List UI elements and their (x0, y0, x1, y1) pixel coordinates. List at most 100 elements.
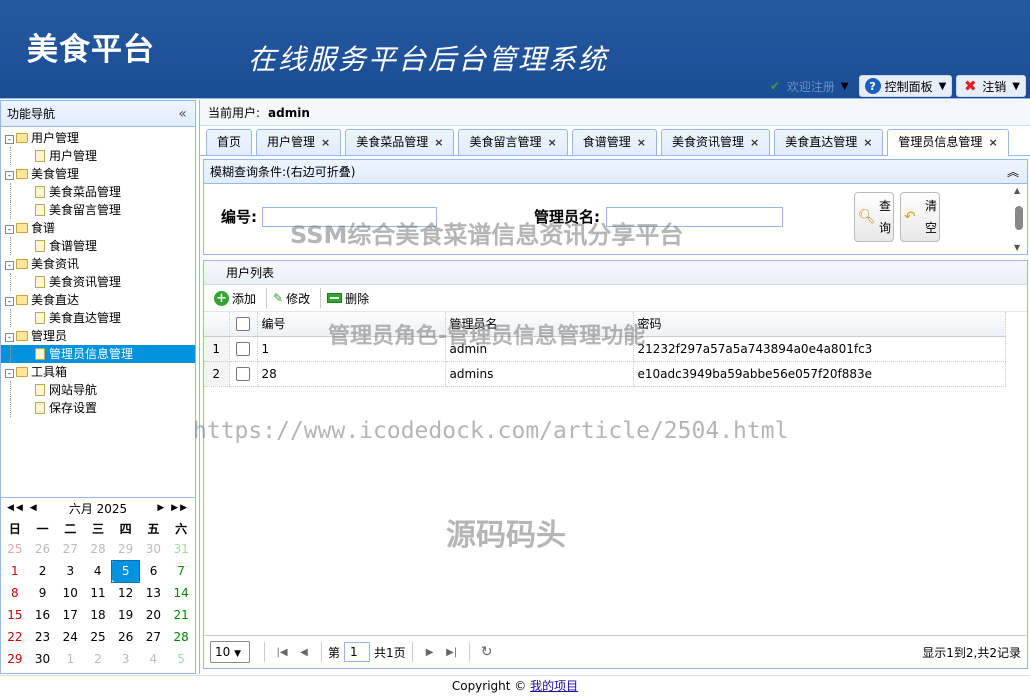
col-pwd-header[interactable]: 密码 (633, 312, 1006, 337)
calendar-day[interactable]: 14 (167, 582, 195, 604)
calendar-day[interactable]: 28 (84, 538, 112, 560)
calendar-day[interactable]: 18 (84, 604, 112, 626)
tree-item[interactable]: 食谱管理 (1, 237, 195, 255)
welcome-button[interactable]: ✔ 欢迎注册 ▼ (761, 75, 855, 97)
expand-minus-icon[interactable]: - (5, 135, 14, 144)
clear-button[interactable]: ↶ 清空 (900, 192, 940, 242)
query-button[interactable]: 🔍︎ 查询 (854, 192, 894, 242)
tree-group[interactable]: - 管理员 (1, 327, 195, 345)
refresh-icon[interactable]: ↻ (478, 644, 496, 660)
calendar-day[interactable]: 7 (167, 560, 195, 582)
tree-item[interactable]: 保存设置 (1, 399, 195, 417)
close-icon[interactable]: × (863, 136, 872, 149)
calendar-day[interactable]: 3 (56, 560, 84, 582)
calendar-day[interactable]: 8 (1, 582, 29, 604)
tab-item[interactable]: 美食直达管理 × (774, 129, 884, 155)
calendar-day[interactable]: 30 (29, 648, 57, 670)
calendar-day[interactable]: 31 (167, 538, 195, 560)
delete-button[interactable]: 删除 (323, 287, 373, 309)
calendar-day[interactable]: 11 (84, 582, 112, 604)
calendar-prev-icon[interactable]: ◀◀ ◀ (7, 503, 39, 513)
scroll-thumb[interactable] (1015, 206, 1023, 230)
scroll-up-icon[interactable]: ▲ (1014, 186, 1020, 195)
col-id-header[interactable]: 编号 (257, 312, 446, 337)
tree-item[interactable]: 美食留言管理 (1, 201, 195, 219)
query-scrollbar[interactable]: ▲ ▼ (1013, 186, 1025, 252)
next-page-icon[interactable]: ▶ (421, 647, 439, 658)
tree-item[interactable]: 用户管理 (1, 147, 195, 165)
calendar-day[interactable]: 20 (140, 604, 168, 626)
tree-group[interactable]: - 用户管理 (1, 129, 195, 147)
collapse-up-icon[interactable]: ︽ (1007, 160, 1019, 184)
calendar-day[interactable]: 13 (140, 582, 168, 604)
calendar-day[interactable]: 25 (84, 626, 112, 648)
close-icon[interactable]: × (321, 136, 330, 149)
calendar-day[interactable]: 28 (167, 626, 195, 648)
tab-item[interactable]: 美食留言管理 × (458, 129, 568, 155)
expand-minus-icon[interactable]: - (5, 369, 14, 378)
calendar-day[interactable]: 22 (1, 626, 29, 648)
admin-name-input[interactable] (606, 207, 783, 227)
tree-item[interactable]: 网站导航 (1, 381, 195, 399)
tree-item[interactable]: 管理员信息管理 (1, 345, 195, 363)
calendar-day[interactable]: 10 (56, 582, 84, 604)
close-icon[interactable]: × (988, 136, 997, 149)
col-name-header[interactable]: 管理员名 (445, 312, 634, 337)
expand-minus-icon[interactable]: - (5, 171, 14, 180)
close-icon[interactable]: × (434, 136, 443, 149)
calendar-next-icon[interactable]: ▶ ▶▶ (157, 503, 189, 513)
page-input[interactable]: 1 (344, 642, 371, 662)
calendar-day[interactable]: 12 (112, 582, 140, 604)
tab-item[interactable]: 管理员信息管理 × (887, 129, 1009, 156)
row-checkbox[interactable] (229, 336, 258, 362)
calendar-day[interactable]: 1 (1, 560, 29, 582)
close-icon[interactable]: × (548, 136, 557, 149)
calendar-day[interactable]: 19 (112, 604, 140, 626)
tree-item[interactable]: 美食直达管理 (1, 309, 195, 327)
calendar-day[interactable]: 2 (29, 560, 57, 582)
prev-page-icon[interactable]: ◀ (295, 647, 313, 658)
tree-group[interactable]: - 食谱 (1, 219, 195, 237)
tree-group[interactable]: - 美食直达 (1, 291, 195, 309)
tab-item[interactable]: 美食资讯管理 × (660, 129, 771, 155)
scroll-down-icon[interactable]: ▼ (1014, 243, 1020, 252)
select-all-checkbox[interactable] (229, 312, 258, 337)
edit-button[interactable]: ✎ 修改 (269, 287, 314, 309)
calendar-day[interactable]: 27 (140, 626, 168, 648)
calendar-day[interactable]: 25 (1, 538, 29, 560)
expand-minus-icon[interactable]: - (5, 261, 14, 270)
calendar-day[interactable]: 29 (1, 648, 29, 670)
calendar-day[interactable]: 2 (84, 648, 112, 670)
calendar-month[interactable]: 六月 2025 (69, 500, 127, 517)
calendar-day[interactable]: 4 (140, 648, 168, 670)
calendar-day[interactable]: 17 (56, 604, 84, 626)
row-checkbox[interactable] (229, 361, 258, 387)
tab-item[interactable]: 用户管理 × (256, 129, 342, 155)
close-icon[interactable]: × (750, 136, 759, 149)
calendar-day[interactable]: 27 (56, 538, 84, 560)
close-icon[interactable]: × (637, 136, 646, 149)
table-row[interactable]: 1 1 admin 21232f297a57a5a743894a0e4a801fc3 (204, 336, 1006, 362)
calendar-day[interactable]: 23 (29, 626, 57, 648)
calendar-day[interactable]: 5 (111, 559, 141, 583)
calendar-day[interactable]: 15 (1, 604, 29, 626)
project-link[interactable]: 我的项目 (530, 679, 578, 693)
calendar-day[interactable]: 30 (140, 538, 168, 560)
calendar-day[interactable]: 9 (29, 582, 57, 604)
tree-group[interactable]: - 美食资讯 (1, 255, 195, 273)
tab-item[interactable]: 食谱管理 × (571, 129, 657, 155)
tab-item[interactable]: 首页 (206, 129, 253, 155)
first-page-icon[interactable]: |◀ (273, 647, 291, 658)
calendar-day[interactable]: 21 (167, 604, 195, 626)
calendar-day[interactable]: 26 (29, 538, 57, 560)
table-row[interactable]: 2 28 admins e10adc3949ba59abbe56e057f20f883… (204, 361, 1006, 387)
page-size-select[interactable]: 10 ▼ (210, 641, 250, 663)
add-button[interactable]: + 添加 (210, 287, 260, 309)
tree-group[interactable]: - 美食管理 (1, 165, 195, 183)
expand-minus-icon[interactable]: - (5, 225, 14, 234)
calendar-day[interactable]: 1 (56, 648, 84, 670)
collapse-left-icon[interactable]: « (178, 101, 187, 127)
expand-minus-icon[interactable]: - (5, 333, 14, 342)
control-panel-button[interactable]: ? 控制面板 ▼ (858, 75, 953, 97)
calendar-day[interactable]: 16 (29, 604, 57, 626)
